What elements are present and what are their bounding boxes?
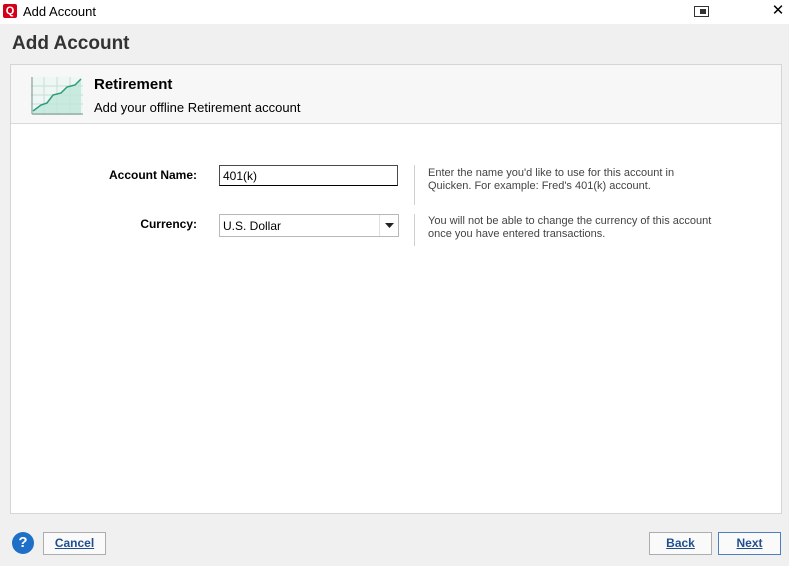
back-button-label: Back (666, 536, 695, 550)
account-type-subtitle: Add your offline Retirement account (94, 100, 301, 115)
account-name-help-text: Enter the name you'd like to use for thi… (428, 167, 675, 192)
window-title: Add Account (23, 4, 96, 19)
currency-dropdown[interactable]: U.S. Dollar (219, 214, 399, 237)
account-name-label: Account Name: (108, 168, 197, 182)
help-button[interactable]: ? (12, 532, 34, 554)
currency-label: Currency: (140, 217, 197, 231)
back-button[interactable]: Back (649, 532, 712, 555)
next-button[interactable]: Next (718, 532, 781, 555)
currency-help-text: You will not be able to change the curre… (428, 215, 712, 240)
account-panel: Retirement Add your offline Retirement a… (10, 64, 782, 514)
currency-selected-value: U.S. Dollar (223, 219, 282, 233)
divider (414, 214, 415, 246)
dropdown-arrow[interactable] (379, 215, 398, 236)
close-icon[interactable]: ✕ (768, 1, 788, 21)
retirement-chart-icon (31, 77, 83, 115)
account-type-title: Retirement (94, 76, 173, 93)
quicken-app-icon: Q (3, 4, 17, 18)
account-name-input[interactable] (219, 165, 398, 186)
page-title: Add Account (12, 33, 130, 54)
cancel-button[interactable]: Cancel (43, 532, 106, 555)
snap-layout-icon[interactable] (694, 6, 709, 17)
divider (414, 165, 415, 205)
cancel-button-label: Cancel (54, 536, 95, 550)
title-bar: Q Add Account ✕ (0, 0, 789, 24)
panel-header: Retirement Add your offline Retirement a… (11, 65, 781, 124)
next-button-label: Next (736, 536, 763, 550)
chevron-down-icon (385, 223, 394, 228)
